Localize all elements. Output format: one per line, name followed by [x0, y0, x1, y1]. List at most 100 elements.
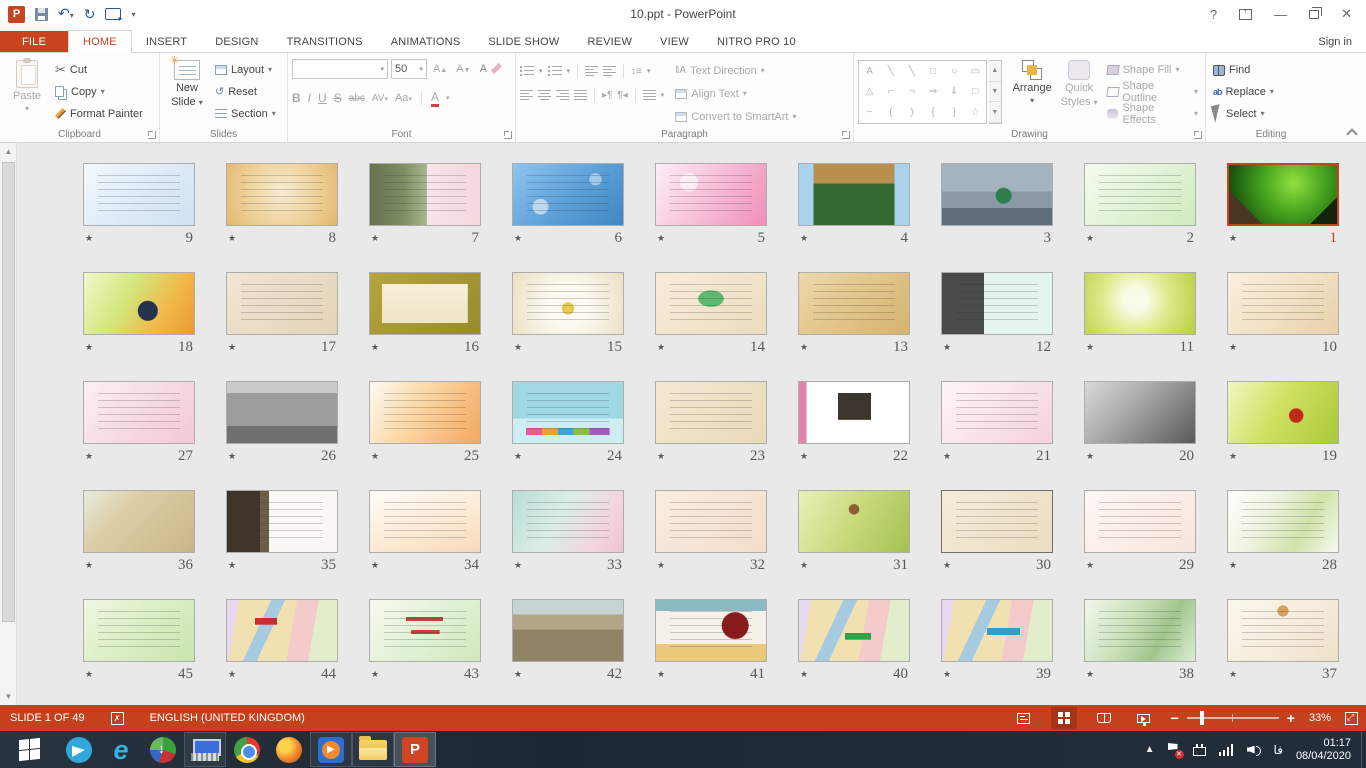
shape-effects-button[interactable]: Shape Effects▾: [1104, 104, 1201, 123]
slide-thumbnail-37[interactable]: [1227, 599, 1339, 662]
animation-star-icon[interactable]: ★: [514, 342, 522, 353]
line-spacing-icon[interactable]: ↕≡: [631, 66, 642, 77]
hidden-icons-arrow[interactable]: ▲: [1145, 744, 1155, 755]
network-signal-icon[interactable]: [1219, 744, 1234, 756]
animation-star-icon[interactable]: ★: [1229, 560, 1237, 571]
font-name-combo[interactable]: ▾: [292, 59, 388, 79]
sign-in-link[interactable]: Sign in: [1318, 36, 1352, 48]
bold-button[interactable]: B: [292, 91, 301, 105]
text-direction-button[interactable]: ‖AText Direction▾: [672, 61, 799, 80]
slide-thumbnail-13[interactable]: [798, 272, 910, 335]
slide-thumbnail-6[interactable]: [512, 163, 624, 226]
language-indicator[interactable]: فا: [1274, 743, 1283, 757]
shapes-scroll-down-icon[interactable]: ▼: [989, 82, 1001, 103]
shapes-gallery-scroll[interactable]: ▲ ▼ ▼: [989, 60, 1002, 124]
justify-icon[interactable]: [574, 90, 587, 100]
numbering-icon[interactable]: [548, 66, 562, 76]
close-icon[interactable]: ✕: [1341, 6, 1352, 22]
shape-glyph[interactable]: }: [953, 107, 956, 118]
tab-view[interactable]: VIEW: [646, 31, 703, 52]
increase-indent-icon[interactable]: [603, 66, 616, 76]
slide-thumbnail-27[interactable]: [83, 381, 195, 444]
animation-star-icon[interactable]: ★: [800, 669, 808, 680]
animation-star-icon[interactable]: ★: [228, 560, 236, 571]
slide-thumbnail-14[interactable]: [655, 272, 767, 335]
animation-star-icon[interactable]: ★: [371, 560, 379, 571]
animation-star-icon[interactable]: ★: [1086, 233, 1094, 244]
shape-glyph[interactable]: A: [866, 66, 873, 77]
spell-check-icon[interactable]: ✗: [111, 712, 124, 725]
animation-star-icon[interactable]: ★: [514, 669, 522, 680]
animation-star-icon[interactable]: ★: [1086, 342, 1094, 353]
tab-file[interactable]: FILE: [0, 31, 68, 52]
animation-star-icon[interactable]: ★: [1086, 560, 1094, 571]
slide-thumbnail-21[interactable]: [941, 381, 1053, 444]
taskbar-idm-icon[interactable]: [142, 731, 184, 768]
taskbar-firefox-icon[interactable]: [268, 731, 310, 768]
animation-star-icon[interactable]: ★: [228, 342, 236, 353]
power-icon[interactable]: [1193, 747, 1206, 756]
scrollbar-thumb[interactable]: [2, 162, 15, 622]
strike-abc-button[interactable]: abc: [349, 93, 365, 104]
columns-icon[interactable]: [643, 90, 656, 100]
arrange-button[interactable]: Arrange ▾: [1010, 56, 1055, 126]
shape-glyph[interactable]: ○: [951, 66, 957, 77]
shape-glyph[interactable]: △: [866, 86, 874, 97]
normal-view-button[interactable]: [1011, 707, 1037, 729]
slide-thumbnail-8[interactable]: [226, 163, 338, 226]
quick-styles-button[interactable]: Quick Styles ▾: [1057, 56, 1102, 126]
slide-thumbnail-34[interactable]: [369, 490, 481, 553]
slide-thumbnail-17[interactable]: [226, 272, 338, 335]
language-status[interactable]: ENGLISH (UNITED KINGDOM): [150, 712, 305, 724]
shapes-more-icon[interactable]: ▼: [989, 102, 1001, 123]
fit-slide-to-window-icon[interactable]: [1345, 712, 1358, 725]
slide-thumbnail-23[interactable]: [655, 381, 767, 444]
animation-star-icon[interactable]: ★: [800, 342, 808, 353]
slide-thumbnail-32[interactable]: [655, 490, 767, 553]
taskbar-internet-explorer-icon[interactable]: e: [100, 731, 142, 768]
change-case-button[interactable]: Aa▾: [395, 92, 412, 104]
slide-thumbnail-28[interactable]: [1227, 490, 1339, 553]
slide-thumbnail-35[interactable]: [226, 490, 338, 553]
slide-thumbnail-18[interactable]: [83, 272, 195, 335]
slide-thumbnail-26[interactable]: [226, 381, 338, 444]
section-button[interactable]: Section▾: [212, 104, 279, 123]
slide-thumbnail-39[interactable]: [941, 599, 1053, 662]
action-center-flag-icon[interactable]: [1168, 743, 1180, 756]
animation-star-icon[interactable]: ★: [85, 560, 93, 571]
clear-formatting-button[interactable]: A: [477, 59, 505, 78]
new-slide-button[interactable]: New Slide ▾: [164, 56, 210, 126]
animation-star-icon[interactable]: ★: [371, 233, 379, 244]
find-button[interactable]: Find: [1210, 60, 1277, 79]
tab-slide-show[interactable]: SLIDE SHOW: [474, 31, 573, 52]
animation-star-icon[interactable]: ★: [1086, 669, 1094, 680]
slide-thumbnail-5[interactable]: [655, 163, 767, 226]
animation-star-icon[interactable]: ★: [371, 451, 379, 462]
paragraph-dialog-launcher[interactable]: [842, 131, 850, 139]
font-size-combo[interactable]: 50▾: [391, 59, 427, 79]
italic-button[interactable]: I: [308, 91, 311, 105]
volume-icon[interactable]: [1247, 744, 1261, 756]
align-center-icon[interactable]: [538, 90, 551, 100]
animation-star-icon[interactable]: ★: [800, 560, 808, 571]
slide-thumbnail-25[interactable]: [369, 381, 481, 444]
animation-star-icon[interactable]: ★: [1229, 451, 1237, 462]
zoom-slider[interactable]: [1187, 717, 1279, 719]
slide-counter[interactable]: SLIDE 1 OF 49: [10, 712, 85, 724]
align-text-button[interactable]: Align Text▾: [672, 84, 799, 103]
slide-thumbnail-44[interactable]: [226, 599, 338, 662]
shape-glyph[interactable]: ⇒: [929, 86, 937, 97]
slide-thumbnail-33[interactable]: [512, 490, 624, 553]
shape-glyph[interactable]: □: [930, 66, 936, 77]
paste-dropdown[interactable]: ▾: [25, 104, 29, 113]
animation-star-icon[interactable]: ★: [657, 342, 665, 353]
animation-star-icon[interactable]: ★: [943, 342, 951, 353]
shape-glyph[interactable]: ~: [867, 107, 873, 118]
slide-thumbnail-45[interactable]: [83, 599, 195, 662]
font-color-button[interactable]: A: [431, 90, 439, 107]
slide-thumbnail-24[interactable]: [512, 381, 624, 444]
slide-thumbnail-12[interactable]: [941, 272, 1053, 335]
clock[interactable]: 01:17 08/04/2020: [1296, 737, 1355, 763]
animation-star-icon[interactable]: ★: [371, 342, 379, 353]
align-left-icon[interactable]: [520, 90, 533, 100]
